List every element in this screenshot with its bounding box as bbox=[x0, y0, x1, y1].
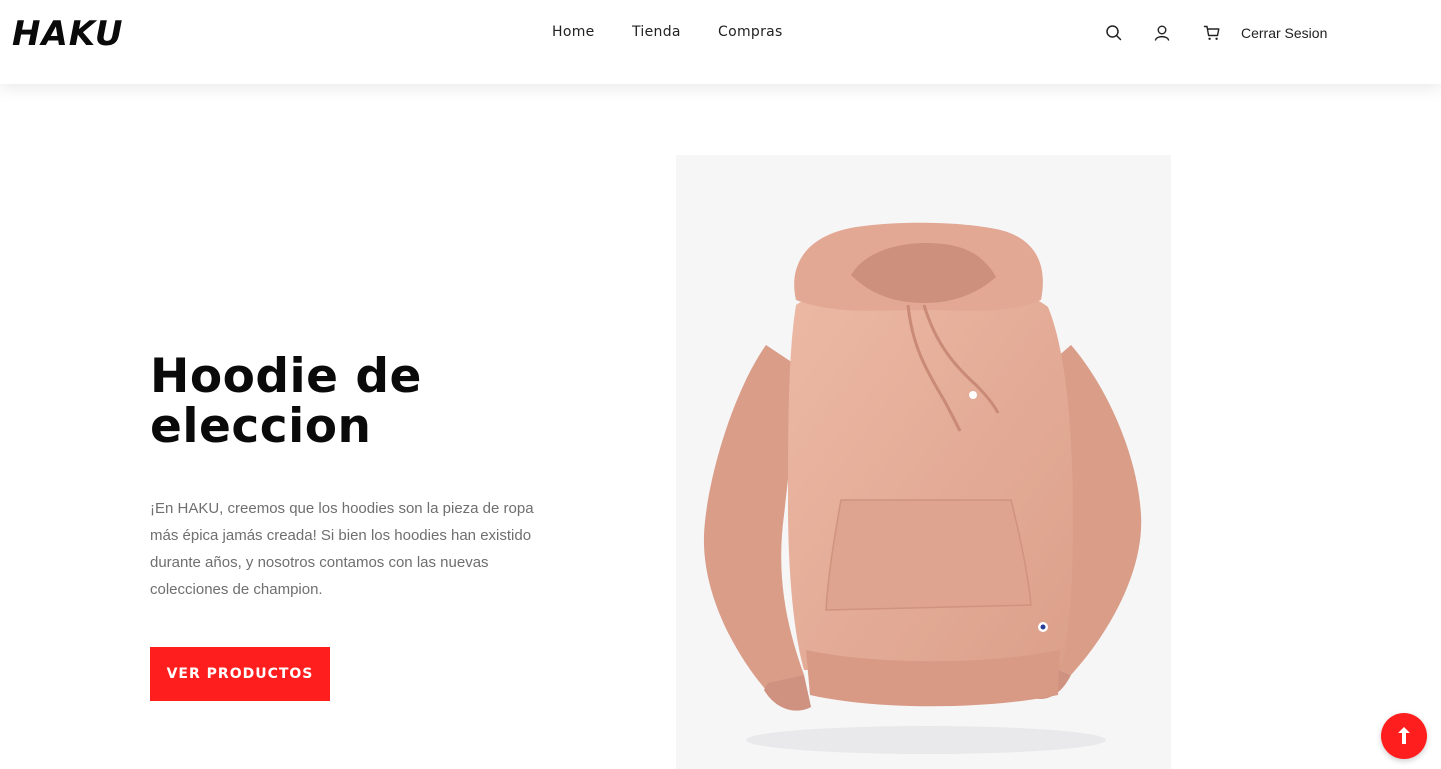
hero-product-image bbox=[676, 155, 1171, 769]
search-icon[interactable] bbox=[1104, 23, 1124, 43]
site-header: HAKU Home Tienda Compras Cerrar Sesion bbox=[0, 0, 1441, 84]
arrow-up-icon bbox=[1398, 727, 1410, 744]
logout-link[interactable]: Cerrar Sesion bbox=[1241, 25, 1327, 41]
cart-icon[interactable] bbox=[1202, 23, 1222, 43]
view-products-button[interactable]: VER PRODUCTOS bbox=[150, 647, 330, 701]
header-actions: Cerrar Sesion bbox=[0, 23, 1441, 45]
hero-description: ¡En HAKU, creemos que los hoodies son la… bbox=[150, 500, 534, 598]
hero-title: Hoodie de eleccion bbox=[150, 352, 570, 452]
user-icon[interactable] bbox=[1152, 23, 1172, 43]
hero-title-line-2: eleccion bbox=[150, 399, 372, 454]
hoodie-illustration bbox=[703, 222, 1142, 754]
scroll-to-top-button[interactable] bbox=[1381, 713, 1427, 759]
hero-title-line-1: Hoodie de bbox=[150, 349, 422, 404]
